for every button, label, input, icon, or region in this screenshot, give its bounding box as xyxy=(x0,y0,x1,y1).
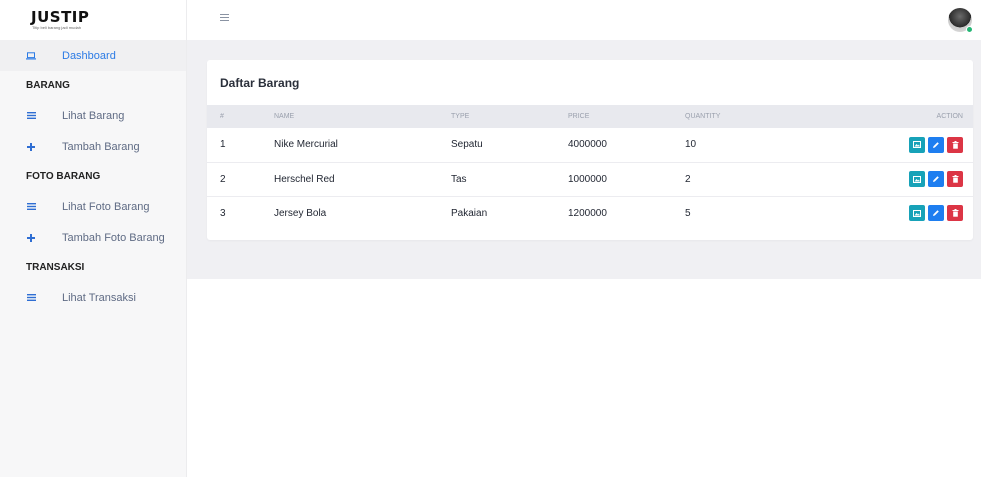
cell-no: 1 xyxy=(220,139,226,151)
cell-price: 1000000 xyxy=(568,161,685,196)
section-header-foto-barang: FOTO BARANG xyxy=(26,171,101,182)
column-header-name: NAME xyxy=(274,113,295,120)
top-navbar xyxy=(187,0,981,40)
view-photo-button[interactable] xyxy=(909,136,925,153)
cell-price: 4000000 xyxy=(568,139,607,151)
sidebar-item-tambah-foto-barang[interactable]: Tambah Foto Barang xyxy=(0,222,186,253)
laptop-icon xyxy=(26,51,36,60)
cell-name: Herschel Red xyxy=(274,161,451,196)
cell-type: Sepatu xyxy=(451,139,483,151)
column-header-no: # xyxy=(220,113,224,120)
sidebar-item-lihat-transaksi[interactable]: Lihat Transaksi xyxy=(0,282,186,313)
trash-icon xyxy=(952,209,958,217)
cell-type: Pakaian xyxy=(451,195,568,230)
product-table: # NAME TYPE PRICE QUANTITY ACTION 1 Nike… xyxy=(207,105,973,230)
main-content: Daftar Barang # NAME TYPE PRICE QUANTITY… xyxy=(187,40,981,279)
sidebar-item-label: Lihat Barang xyxy=(62,109,125,122)
image-icon xyxy=(913,175,921,183)
cell-no: 3 xyxy=(207,195,274,230)
delete-button[interactable] xyxy=(947,136,963,153)
edit-button[interactable] xyxy=(928,205,944,222)
sidebar-item-label: Tambah Foto Barang xyxy=(62,231,165,244)
list-icon xyxy=(26,203,36,210)
pencil-icon xyxy=(933,176,939,182)
section-header-barang: BARANG xyxy=(26,80,70,91)
column-header-type: TYPE xyxy=(451,113,470,120)
user-avatar[interactable] xyxy=(948,8,973,33)
sidebar-item-label: Lihat Foto Barang xyxy=(62,200,150,213)
brand-logo[interactable]: JUSTIP Titip beli barang jadi mudah xyxy=(0,0,186,40)
cell-no: 2 xyxy=(207,161,274,196)
list-icon xyxy=(26,294,36,301)
table-row: 1 Nike Mercurial Sepatu 4000000 10 xyxy=(207,128,973,162)
table-row: 2 Herschel Red Tas 1000000 2 xyxy=(207,161,973,196)
column-header-price: PRICE xyxy=(568,113,590,120)
edit-button[interactable] xyxy=(928,171,944,187)
list-icon xyxy=(26,112,36,119)
product-list-card: Daftar Barang # NAME TYPE PRICE QUANTITY… xyxy=(207,60,973,240)
edit-button[interactable] xyxy=(928,136,944,153)
sidebar-item-label: Dashboard xyxy=(62,49,116,62)
cell-type: Tas xyxy=(451,161,568,196)
cell-actions xyxy=(805,128,973,162)
sidebar: JUSTIP Titip beli barang jadi mudah Dash… xyxy=(0,0,187,477)
cell-name: Nike Mercurial xyxy=(274,139,338,151)
plus-icon xyxy=(26,142,36,151)
table-row: 3 Jersey Bola Pakaian 1200000 5 xyxy=(207,195,973,230)
cell-price: 1200000 xyxy=(568,195,685,230)
delete-button[interactable] xyxy=(947,171,963,187)
brand-title: JUSTIP xyxy=(31,7,90,26)
image-icon xyxy=(913,209,921,217)
sidebar-item-dashboard[interactable]: Dashboard xyxy=(0,40,186,71)
table-header-row: # NAME TYPE PRICE QUANTITY ACTION xyxy=(207,105,973,128)
menu-toggle-icon[interactable] xyxy=(220,14,229,22)
cell-quantity: 5 xyxy=(685,195,805,230)
plus-icon xyxy=(26,233,36,242)
pencil-icon xyxy=(933,141,939,148)
card-title: Daftar Barang xyxy=(220,75,300,90)
pencil-icon xyxy=(933,210,939,217)
image-icon xyxy=(913,141,921,149)
sidebar-item-label: Lihat Transaksi xyxy=(62,291,136,304)
cell-quantity: 10 xyxy=(685,139,697,151)
sidebar-item-label: Tambah Barang xyxy=(62,140,140,153)
cell-actions xyxy=(805,195,973,230)
view-photo-button[interactable] xyxy=(909,171,925,187)
cell-name: Jersey Bola xyxy=(274,195,451,230)
brand-tagline: Titip beli barang jadi mudah xyxy=(32,24,81,30)
trash-icon xyxy=(952,175,958,183)
sidebar-item-tambah-barang[interactable]: Tambah Barang xyxy=(0,131,186,162)
delete-button[interactable] xyxy=(947,205,963,222)
column-header-quantity: QUANTITY xyxy=(685,113,721,120)
online-status-indicator xyxy=(966,26,973,33)
cell-actions xyxy=(805,161,973,196)
view-photo-button[interactable] xyxy=(909,205,925,222)
section-header-transaksi: TRANSAKSI xyxy=(26,262,85,273)
cell-quantity: 2 xyxy=(685,161,805,196)
column-header-action: ACTION xyxy=(936,113,963,120)
sidebar-item-lihat-barang[interactable]: Lihat Barang xyxy=(0,100,186,131)
sidebar-item-lihat-foto-barang[interactable]: Lihat Foto Barang xyxy=(0,191,186,222)
trash-icon xyxy=(952,140,958,149)
